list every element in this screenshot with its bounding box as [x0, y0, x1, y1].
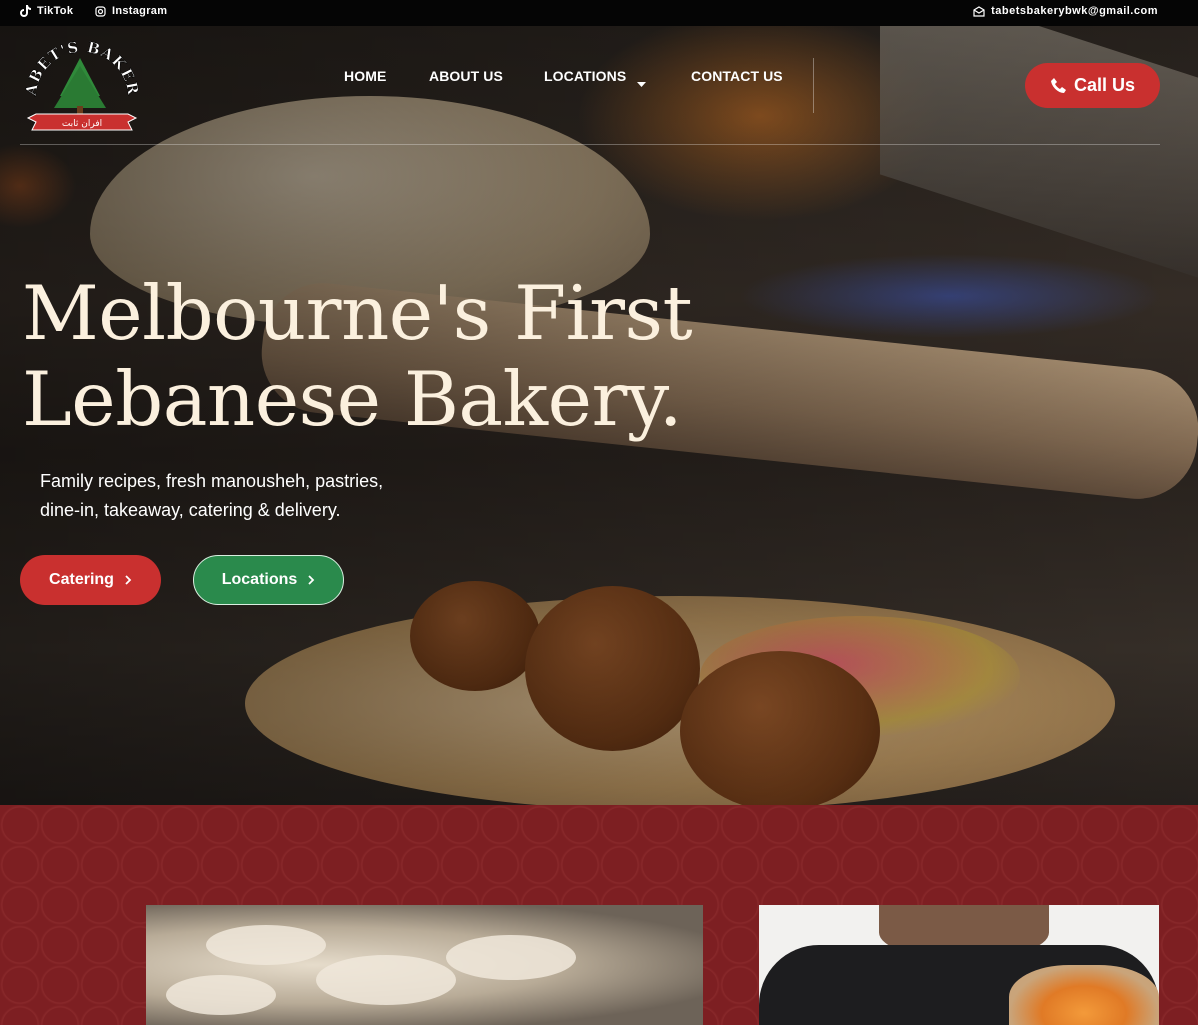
bread-shape — [206, 925, 326, 965]
subtext-line-1: Family recipes, fresh manousheh, pastrie… — [40, 471, 384, 491]
tiktok-label: TikTok — [37, 5, 74, 17]
chevron-right-icon — [308, 575, 315, 585]
nav-contact-us[interactable]: CONTACT US — [691, 68, 783, 84]
instagram-label: Instagram — [112, 5, 168, 17]
top-bar: TikTok Instagram tabetsbakerybwk@gmail.c… — [0, 0, 1198, 26]
locations-label: Locations — [221, 571, 298, 588]
email-link[interactable]: tabetsbakerybwk@gmail.com — [973, 5, 1158, 17]
mail-icon — [973, 5, 985, 17]
catering-button[interactable]: Catering — [20, 555, 161, 605]
chevron-right-icon — [125, 575, 132, 585]
headline-line-1: Melbourne's First — [22, 269, 693, 357]
tabets-bakery-logo[interactable]: TABET'S BAKERY افران ثابت — [22, 36, 142, 136]
locations-button[interactable]: Locations — [193, 555, 344, 605]
call-us-label: Call Us — [1073, 75, 1136, 95]
svg-text:افران ثابت: افران ثابت — [62, 119, 102, 129]
phone-icon — [1050, 77, 1066, 93]
manousheh-image — [146, 905, 703, 1025]
headline-line-2: Lebanese Bakery. — [22, 355, 683, 443]
nav-home[interactable]: HOME — [344, 68, 386, 84]
header-divider — [20, 144, 1160, 145]
wrap-food — [1009, 965, 1159, 1025]
bread-shape — [316, 955, 456, 1005]
bread-shape — [446, 935, 576, 980]
bread-shape — [166, 975, 276, 1015]
subtext-line-2: dine-in, takeaway, catering & delivery. — [40, 500, 341, 520]
hero-subtext: Family recipes, fresh manousheh, pastrie… — [40, 467, 460, 525]
chevron-down-icon[interactable] — [637, 82, 646, 88]
catering-label: Catering — [49, 571, 114, 588]
hero-headline: Melbourne's First Lebanese Bakery. — [22, 269, 693, 443]
tiktok-icon — [20, 5, 31, 17]
nav-about-us[interactable]: ABOUT US — [429, 68, 503, 84]
tiktok-link[interactable]: TikTok — [20, 5, 73, 17]
instagram-link[interactable]: Instagram — [95, 5, 167, 17]
nav-locations[interactable]: LOCATIONS — [544, 68, 626, 84]
wrap-image — [759, 905, 1159, 1025]
nav-divider — [813, 58, 814, 113]
email-address: tabetsbakerybwk@gmail.com — [991, 5, 1158, 17]
call-us-button[interactable]: Call Us — [1025, 63, 1160, 108]
instagram-icon — [95, 5, 106, 17]
